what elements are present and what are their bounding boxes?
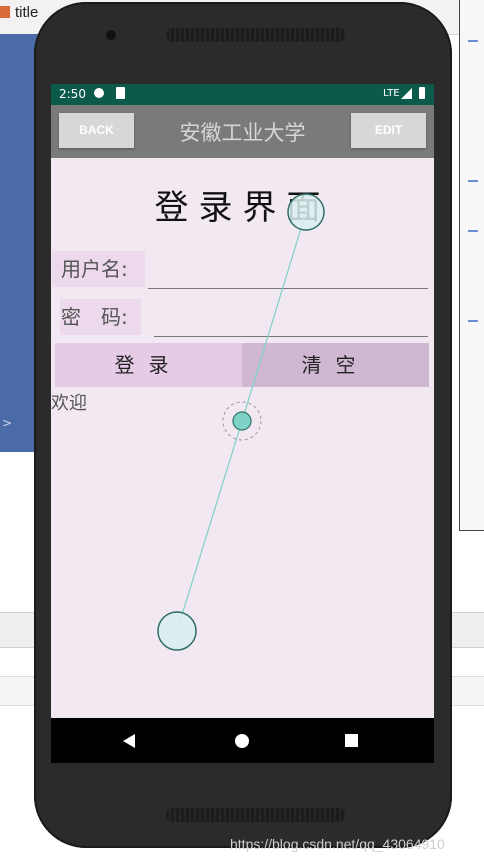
sd-card-icon: [116, 87, 125, 99]
ide-tab[interactable]: title: [0, 4, 38, 21]
username-input[interactable]: [148, 262, 428, 289]
toolbar-icon[interactable]: [468, 320, 478, 322]
network-type: LTE: [383, 88, 400, 99]
clear-button[interactable]: 清空: [242, 343, 429, 387]
chevron-right-icon[interactable]: >: [2, 416, 12, 430]
toolbar-icon[interactable]: [468, 230, 478, 232]
phone-screen: 2:50 LTE BACK 安徽工业大学 EDIT 登录界面 用户名: 密 码:…: [51, 84, 434, 763]
action-buttons: 登录 清空: [55, 343, 429, 387]
page-title: 登录界面: [154, 188, 331, 228]
edit-button[interactable]: EDIT: [351, 113, 426, 148]
ide-right-toolbar: [459, 0, 484, 531]
sync-icon: [94, 88, 104, 98]
welcome-text: 欢迎: [51, 393, 87, 414]
watermark-text: https://blog.csdn.net/qq_43064910: [230, 836, 445, 852]
navigation-bar: [51, 718, 434, 763]
status-bar: 2:50 LTE: [51, 84, 434, 105]
speaker-grille: [166, 28, 346, 42]
status-time: 2:50: [59, 87, 86, 101]
ide-tab-title: title: [15, 4, 39, 21]
battery-icon: [419, 87, 425, 99]
app-bar: BACK 安徽工业大学 EDIT: [51, 105, 434, 158]
toolbar-icon[interactable]: [468, 40, 478, 42]
circle-home-icon[interactable]: [235, 734, 249, 748]
triangle-back-icon[interactable]: [123, 734, 135, 748]
square-recents-icon[interactable]: [345, 734, 358, 747]
file-icon: [0, 6, 10, 18]
password-label: 密 码:: [60, 299, 141, 335]
speaker-grille: [166, 808, 346, 822]
username-label: 用户名:: [52, 251, 145, 287]
camera-icon: [106, 30, 116, 40]
login-button[interactable]: 登录: [55, 343, 242, 387]
password-input[interactable]: [154, 310, 428, 337]
signal-icon: [401, 88, 412, 99]
toolbar-icon[interactable]: [468, 180, 478, 182]
